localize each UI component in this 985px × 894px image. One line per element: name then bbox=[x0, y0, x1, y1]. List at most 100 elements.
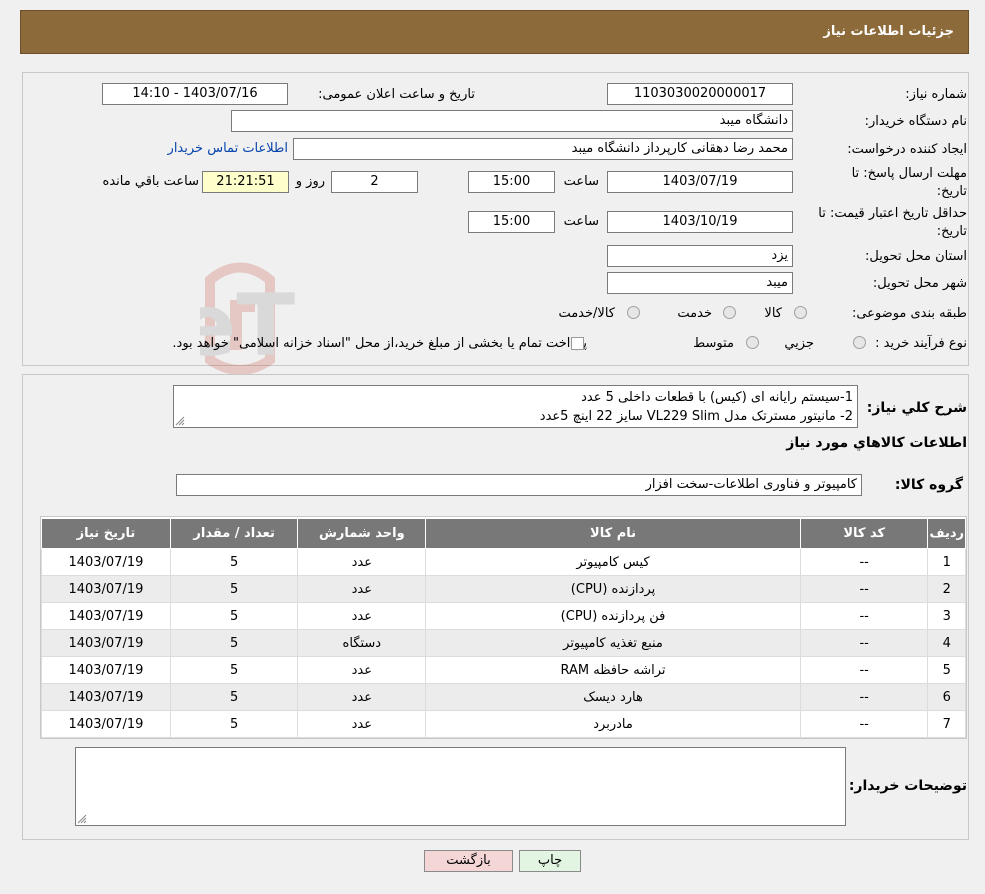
back-button[interactable]: بازگشت bbox=[424, 850, 513, 872]
contact-buyer-link[interactable]: اطلاعات تماس خریدار bbox=[168, 141, 288, 156]
buyer-org-label: نام دستگاه خریدار: bbox=[864, 114, 967, 129]
validity-label: حداقل تاریخ اعتبار قیمت: تا bbox=[818, 206, 967, 221]
cell-quantity: 5 bbox=[169, 710, 299, 738]
category-label: طبقه بندی موضوعی: bbox=[851, 306, 967, 321]
city-label: شهر محل تحویل: bbox=[872, 276, 967, 291]
cell-quantity: 5 bbox=[169, 656, 299, 684]
cell-code: -- bbox=[799, 548, 929, 576]
cell-date: 1403/07/19 bbox=[41, 656, 171, 684]
table-row: 4 -- منبع تغذیه کامپیوتر دستگاه 5 1403/0… bbox=[41, 629, 966, 657]
category-service-label: خدمت bbox=[677, 306, 712, 321]
cell-name: تراشه حافظه RAM bbox=[425, 656, 801, 684]
table-row: 5 -- تراشه حافظه RAM عدد 5 1403/07/19 bbox=[41, 656, 966, 684]
cell-unit: عدد bbox=[297, 548, 427, 576]
validity-time-label: ساعت bbox=[563, 214, 599, 229]
table-row: 1 -- کیس کامپیوتر عدد 5 1403/07/19 bbox=[41, 548, 966, 576]
cell-quantity: 5 bbox=[169, 683, 299, 711]
validity-date-label: تاریخ: bbox=[936, 224, 967, 239]
category-service-radio[interactable] bbox=[723, 306, 736, 319]
cell-name: مادربرد bbox=[425, 710, 801, 738]
description-textarea[interactable]: 1-سیستم رایانه ای (کیس) با قطعات داخلی 5… bbox=[173, 385, 858, 428]
category-goods-service-radio[interactable] bbox=[627, 306, 640, 319]
page-title: جزئیات اطلاعات نیاز bbox=[823, 24, 954, 39]
process-label: نوع فرآیند خرید : bbox=[875, 336, 967, 351]
validity-time-field: 15:00 bbox=[468, 211, 555, 233]
cell-name: هارد دیسک bbox=[425, 683, 801, 711]
resize-grip-icon[interactable] bbox=[77, 814, 87, 824]
cell-unit: عدد bbox=[297, 683, 427, 711]
cell-date: 1403/07/19 bbox=[41, 548, 171, 576]
province-label: استان محل تحویل: bbox=[865, 249, 967, 264]
table-row: 2 -- پردازنده (CPU) عدد 5 1403/07/19 bbox=[41, 575, 966, 603]
cell-name: منبع تغذیه کامپیوتر bbox=[425, 629, 801, 657]
page-header: جزئیات اطلاعات نیاز bbox=[20, 10, 969, 54]
table-header-row: رديف کد کالا نام کالا واحد شمارش تعداد /… bbox=[41, 518, 966, 549]
treasury-checkbox[interactable] bbox=[571, 337, 584, 350]
process-minor-label: جزیي bbox=[784, 336, 814, 351]
remaining-label: ساعت باقي مانده bbox=[102, 174, 199, 189]
table-row: 6 -- هارد دیسک عدد 5 1403/07/19 bbox=[41, 683, 966, 711]
deadline-time-field: 15:00 bbox=[468, 171, 555, 193]
cell-row-number: 7 bbox=[927, 710, 966, 738]
resize-grip-icon[interactable] bbox=[175, 416, 185, 426]
announce-field: 1403/07/16 - 14:10 bbox=[102, 83, 288, 105]
process-medium-radio[interactable] bbox=[746, 336, 759, 349]
cell-date: 1403/07/19 bbox=[41, 602, 171, 630]
deadline-date-label: تاریخ: bbox=[936, 184, 967, 199]
category-goods-radio[interactable] bbox=[794, 306, 807, 319]
goods-group-label: گروه کالا: bbox=[894, 477, 963, 493]
province-field: یزد bbox=[607, 245, 793, 267]
days-label: روز و bbox=[295, 174, 325, 189]
col-header-code: کد کالا bbox=[799, 518, 929, 549]
cell-date: 1403/07/19 bbox=[41, 710, 171, 738]
buyer-notes-label: توضیحات خریدار: bbox=[848, 778, 967, 794]
deadline-date-field: 1403/07/19 bbox=[607, 171, 793, 193]
creator-label: ایجاد کننده درخواست: bbox=[847, 142, 967, 157]
cell-code: -- bbox=[799, 575, 929, 603]
process-medium-label: متوسط bbox=[693, 336, 734, 351]
cell-row-number: 1 bbox=[927, 548, 966, 576]
description-label: شرح کلي نياز: bbox=[866, 400, 967, 416]
cell-code: -- bbox=[799, 683, 929, 711]
col-header-unit: واحد شمارش bbox=[297, 518, 427, 549]
deadline-time-label: ساعت bbox=[563, 174, 599, 189]
buyer-notes-textarea[interactable] bbox=[75, 747, 846, 826]
remaining-time-field: 21:21:51 bbox=[202, 171, 289, 193]
category-goods-service-label: کالا/خدمت bbox=[558, 306, 615, 321]
city-field: میبد bbox=[607, 272, 793, 294]
cell-unit: عدد bbox=[297, 710, 427, 738]
cell-row-number: 2 bbox=[927, 575, 966, 603]
cell-name: فن پردازنده (CPU) bbox=[425, 602, 801, 630]
cell-code: -- bbox=[799, 602, 929, 630]
cell-unit: عدد bbox=[297, 575, 427, 603]
need-number-field: 1103030020000017 bbox=[607, 83, 793, 105]
cell-code: -- bbox=[799, 629, 929, 657]
cell-quantity: 5 bbox=[169, 548, 299, 576]
announce-label: تاریخ و ساعت اعلان عمومی: bbox=[318, 87, 475, 102]
table-row: 7 -- مادربرد عدد 5 1403/07/19 bbox=[41, 710, 966, 738]
print-button[interactable]: چاپ bbox=[519, 850, 581, 872]
table-row: 3 -- فن پردازنده (CPU) عدد 5 1403/07/19 bbox=[41, 602, 966, 630]
cell-unit: عدد bbox=[297, 602, 427, 630]
treasury-checkbox-label: پرداخت تمام یا بخشی از مبلغ خرید،از محل … bbox=[172, 336, 587, 351]
cell-name: پردازنده (CPU) bbox=[425, 575, 801, 603]
cell-row-number: 5 bbox=[927, 656, 966, 684]
items-table-wrapper: رديف کد کالا نام کالا واحد شمارش تعداد /… bbox=[40, 516, 967, 739]
buyer-org-field: دانشگاه میبد bbox=[231, 110, 793, 132]
cell-unit: عدد bbox=[297, 656, 427, 684]
validity-date-field: 1403/10/19 bbox=[607, 211, 793, 233]
cell-date: 1403/07/19 bbox=[41, 629, 171, 657]
cell-row-number: 3 bbox=[927, 602, 966, 630]
category-goods-label: کالا bbox=[764, 306, 782, 321]
process-minor-radio[interactable] bbox=[853, 336, 866, 349]
col-header-row-number: رديف bbox=[927, 518, 966, 549]
items-table: رديف کد کالا نام کالا واحد شمارش تعداد /… bbox=[41, 518, 966, 738]
cell-code: -- bbox=[799, 656, 929, 684]
col-header-quantity: تعداد / مقدار bbox=[169, 518, 299, 549]
cell-date: 1403/07/19 bbox=[41, 683, 171, 711]
description-line-2: 2- مانیتور مسترتک مدل VL229 Slim سایز 22… bbox=[539, 409, 853, 424]
need-number-label: شماره نیاز: bbox=[905, 87, 967, 102]
cell-name: کیس کامپیوتر bbox=[425, 548, 801, 576]
cell-row-number: 4 bbox=[927, 629, 966, 657]
goods-group-field: کامپیوتر و فناوری اطلاعات-سخت افزار bbox=[176, 474, 862, 496]
